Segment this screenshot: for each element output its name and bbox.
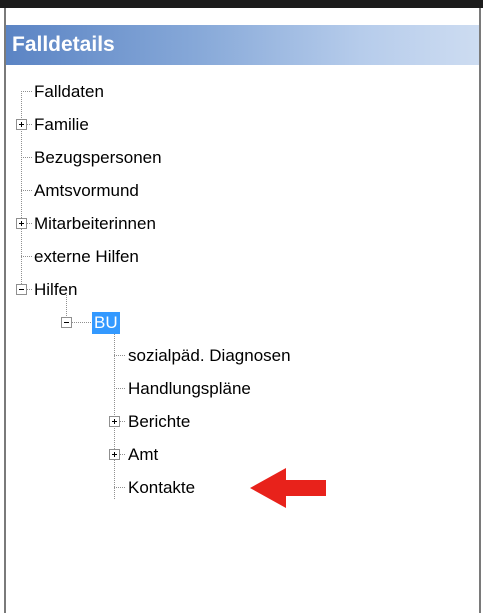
tree-item-label: Falldaten (34, 81, 104, 101)
tree-item-externe-hilfen[interactable]: externe Hilfen (32, 240, 141, 273)
tree-item-bezugspersonen[interactable]: Bezugspersonen (32, 141, 164, 174)
tree-item-mitarbeiterinnen[interactable]: Mitarbeiterinnen (32, 207, 158, 240)
tree-item-label: Familie (34, 114, 89, 134)
berichte-plus-expander-icon[interactable] (109, 416, 120, 427)
tree-item-familie[interactable]: Familie (32, 108, 91, 141)
tree-item-hilfen[interactable]: Hilfen (32, 273, 79, 306)
amt-plus-expander-icon[interactable] (109, 449, 120, 460)
case-details-tree: Falldaten Familie Bezugspersonen Amtsvor… (6, 8, 479, 613)
tree-item-amtsvormund[interactable]: Amtsvormund (32, 174, 141, 207)
tree-item-berichte[interactable]: Berichte (126, 405, 192, 438)
tree-item-label: Hilfen (34, 279, 78, 299)
tree-item-falldaten[interactable]: Falldaten (32, 75, 106, 108)
familie-plus-expander-icon[interactable] (16, 119, 27, 130)
tree-item-label: Bezugspersonen (34, 147, 162, 167)
hilfen-minus-expander-icon[interactable] (16, 284, 27, 295)
tree-item-label: Berichte (128, 411, 191, 431)
window-top-border (0, 0, 483, 8)
tree-item-diagnosen[interactable]: sozialpäd. Diagnosen (126, 339, 293, 372)
tree-item-label: sozialpäd. Diagnosen (128, 345, 291, 365)
mitarbeiterinnen-plus-expander-icon[interactable] (16, 218, 27, 229)
tree-item-amt[interactable]: Amt (126, 438, 160, 471)
tree-item-label-selected: BU (92, 311, 120, 334)
tree-item-label: Kontakte (128, 477, 196, 497)
tree-item-label: Amtsvormund (34, 180, 139, 200)
tree-item-handlungsplaene[interactable]: Handlungspläne (126, 372, 253, 405)
tree-item-kontakte[interactable]: Kontakte (126, 471, 197, 504)
tree-item-label: Mitarbeiterinnen (34, 213, 156, 233)
falldetails-panel: Falldetails Falldaten Familie Bezugspers… (4, 8, 481, 613)
tree-item-label: externe Hilfen (34, 246, 139, 266)
tree-item-label: Amt (128, 444, 159, 464)
bu-minus-expander-icon[interactable] (61, 317, 72, 328)
tree-item-bu[interactable]: BU (92, 306, 120, 339)
tree-item-label: Handlungspläne (128, 378, 251, 398)
red-arrow-icon (250, 468, 326, 508)
